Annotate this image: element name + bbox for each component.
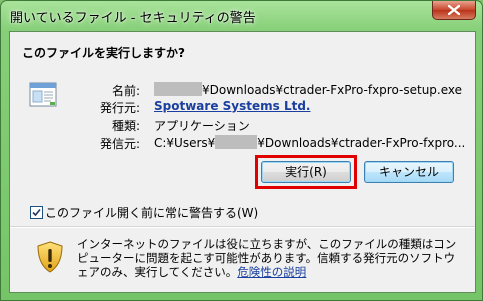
publisher-link[interactable]: Spotware Systems Ltd.	[154, 99, 310, 113]
close-icon	[448, 5, 460, 15]
risk-explanation-link[interactable]: 危険性の説明	[237, 265, 306, 279]
dialog-body: このファイルを実行しますか? 名前: ¥Downloads¥ctrader-Fx…	[9, 31, 476, 293]
cancel-button[interactable]: キャンセル	[364, 161, 454, 183]
application-file-icon	[29, 82, 57, 107]
title-bar[interactable]: 開いているファイル - セキュリティの警告	[1, 1, 482, 31]
always-warn-checkbox-label: このファイル開く前に常に警告する(W)	[45, 206, 259, 220]
security-shield-warning-icon	[37, 241, 63, 273]
redacted-block	[215, 135, 258, 149]
from-label: 発信元:	[99, 137, 140, 151]
from-value-prefix: C:¥Users¥	[154, 136, 216, 150]
run-button[interactable]: 実行(R)	[261, 161, 351, 183]
type-value: アプリケーション	[154, 119, 250, 133]
from-value-suffix: ¥Downloads¥ctrader-FxPro-fxpro...	[257, 136, 466, 150]
dialog-heading: このファイルを実行しますか?	[22, 46, 185, 60]
name-value-text: ¥Downloads¥ctrader-FxPro-fxpro-setup.exe	[202, 83, 463, 97]
always-warn-checkbox-row[interactable]: このファイル開く前に常に警告する(W)	[30, 204, 258, 221]
checkmark-icon	[32, 208, 41, 217]
name-value: ¥Downloads¥ctrader-FxPro-fxpro-setup.exe	[154, 82, 462, 97]
security-warning-window: 開いているファイル - セキュリティの警告 このファイルを実行しますか? 名前:…	[0, 0, 483, 301]
close-button[interactable]	[432, 1, 476, 20]
publisher-label: 発行元:	[99, 101, 140, 115]
always-warn-checkbox[interactable]	[30, 206, 43, 219]
name-label: 名前:	[111, 84, 140, 98]
divider	[10, 226, 475, 228]
warning-message: インターネットのファイルは役に立ちますが、このファイルの種類はコンピューターに問…	[77, 237, 457, 279]
type-label: 種類:	[111, 119, 140, 133]
window-title: 開いているファイル - セキュリティの警告	[10, 11, 256, 26]
from-value: C:¥Users¥ ¥Downloads¥ctrader-FxPro-fxpro.…	[154, 135, 465, 150]
redacted-block	[154, 82, 202, 96]
